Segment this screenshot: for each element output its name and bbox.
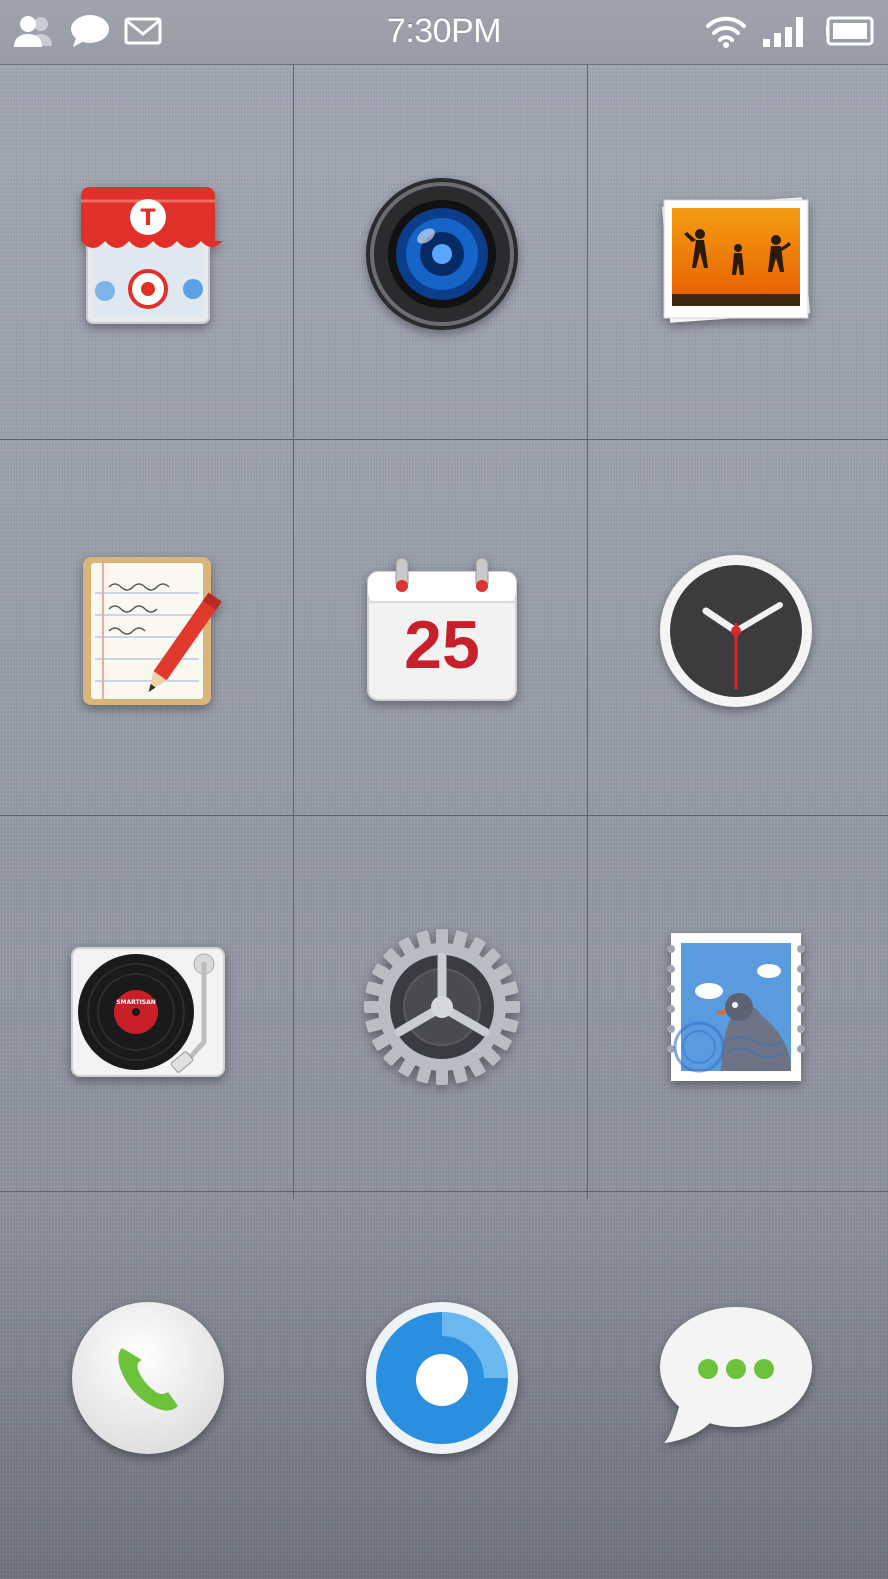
app-grid: T 25 SMARTISAN (0, 65, 888, 1199)
phone-icon (72, 1301, 224, 1454)
status-bar: 7:30PM (0, 0, 888, 65)
record-label: SMARTISAN (116, 999, 156, 1006)
mail-app[interactable] (588, 818, 884, 1196)
settings-icon (364, 929, 520, 1085)
calendar-day: 25 (404, 607, 480, 683)
music-player[interactable]: SMARTISAN (0, 818, 296, 1196)
svg-text:T: T (140, 206, 155, 231)
status-right (706, 14, 876, 48)
mail-stamp-icon (667, 933, 805, 1081)
calendar-icon: 25 (367, 557, 517, 701)
camera[interactable] (294, 65, 590, 443)
settings[interactable] (294, 818, 590, 1196)
music-player-icon: SMARTISAN (71, 947, 225, 1077)
messages[interactable] (588, 1200, 884, 1555)
battery-icon (826, 16, 874, 46)
app-store[interactable]: T (0, 65, 296, 443)
clock-icon (660, 555, 812, 707)
photos-icon (662, 197, 810, 323)
calendar[interactable]: 25 (294, 442, 590, 820)
clock[interactable] (588, 442, 884, 820)
messages-icon (660, 1306, 812, 1443)
camera-icon (366, 178, 518, 330)
browser[interactable] (294, 1200, 590, 1555)
app-store-icon: T (81, 187, 223, 324)
notes[interactable] (0, 442, 296, 820)
phone[interactable] (0, 1200, 296, 1555)
photos[interactable] (588, 65, 884, 443)
notes-icon (83, 557, 222, 705)
browser-icon (366, 1301, 518, 1454)
signal-icon (763, 17, 803, 47)
wifi-icon (706, 16, 746, 48)
dock (0, 1200, 888, 1579)
